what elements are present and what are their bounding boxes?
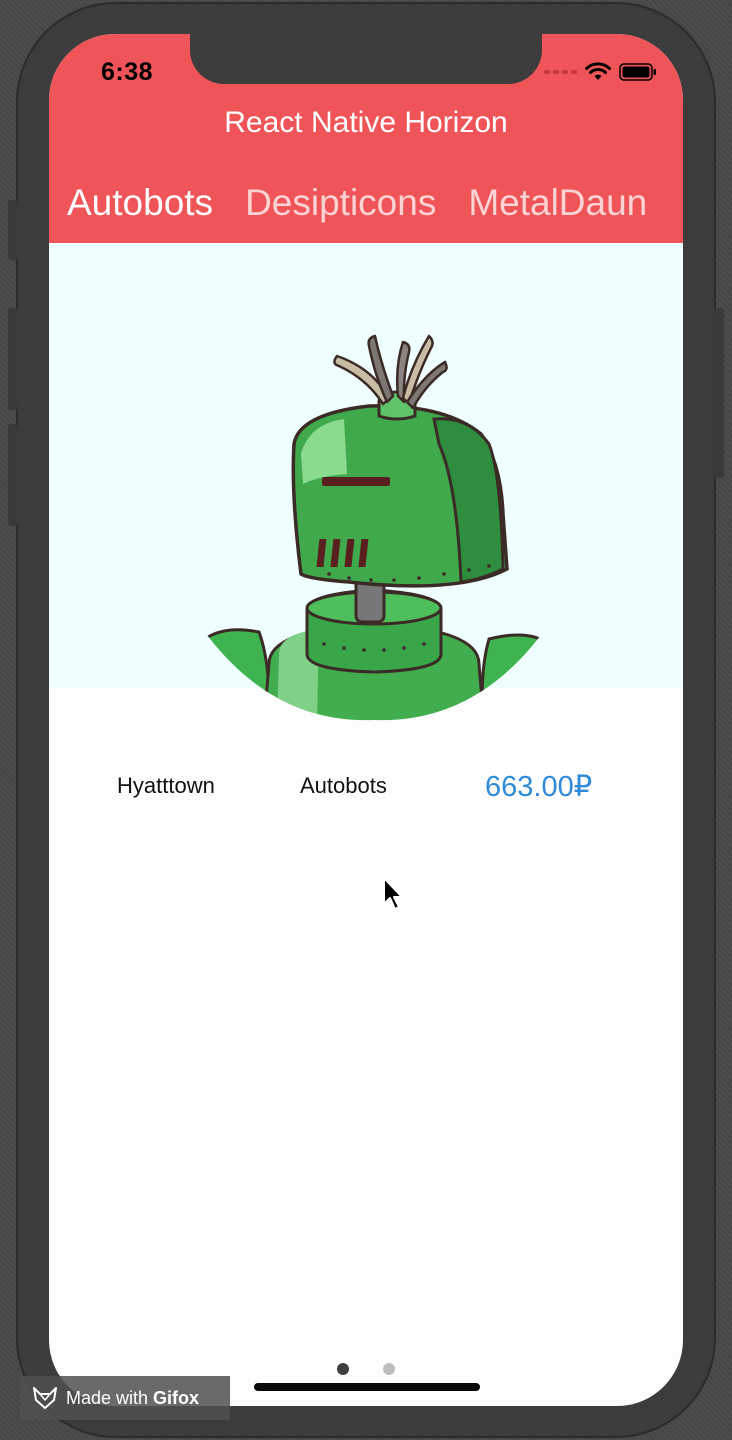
app-title: React Native Horizon — [224, 106, 508, 139]
status-time: 6:38 — [101, 58, 154, 86]
watermark-text: Made with Gifox — [66, 1388, 199, 1409]
volume-up-button — [8, 308, 18, 410]
robot-illustration[interactable] — [199, 324, 549, 724]
wifi-icon — [585, 62, 611, 80]
phone-screen: 6:38 React Native Horizon Autobots Desipt… — [49, 34, 683, 1406]
app-header: 6:38 React Native Horizon Autobots Desipt… — [49, 34, 683, 243]
page-indicator — [337, 1363, 395, 1375]
volume-down-button — [8, 424, 18, 526]
power-button — [714, 308, 724, 478]
gifox-watermark: Made with Gifox — [20, 1376, 230, 1420]
tab-autobots[interactable]: Autobots — [67, 182, 213, 224]
battery-icon — [619, 63, 656, 81]
faction-label: Autobots — [300, 773, 387, 798]
status-icons — [544, 62, 657, 82]
home-indicator[interactable] — [254, 1383, 480, 1391]
mute-switch — [8, 200, 18, 260]
price-label: 663.00₽ — [485, 771, 593, 803]
notch — [190, 34, 542, 84]
location-label: Hyatttown — [117, 773, 215, 798]
category-tabs: Autobots Desipticons MetalDaun — [67, 182, 679, 224]
page-dot-1[interactable] — [337, 1363, 349, 1375]
signal-icon — [544, 70, 577, 74]
fox-logo-icon — [33, 1387, 57, 1409]
tab-metaldaun[interactable]: MetalDaun — [468, 182, 647, 224]
card-info-row: Hyatttown Autobots 663.00₽ — [49, 769, 683, 809]
tab-desipticons[interactable]: Desipticons — [245, 182, 436, 224]
page-dot-2[interactable] — [383, 1363, 395, 1375]
mouse-pointer-icon — [383, 877, 403, 910]
watermark-brand: Gifox — [153, 1387, 200, 1408]
watermark-prefix: Made with — [66, 1387, 154, 1408]
